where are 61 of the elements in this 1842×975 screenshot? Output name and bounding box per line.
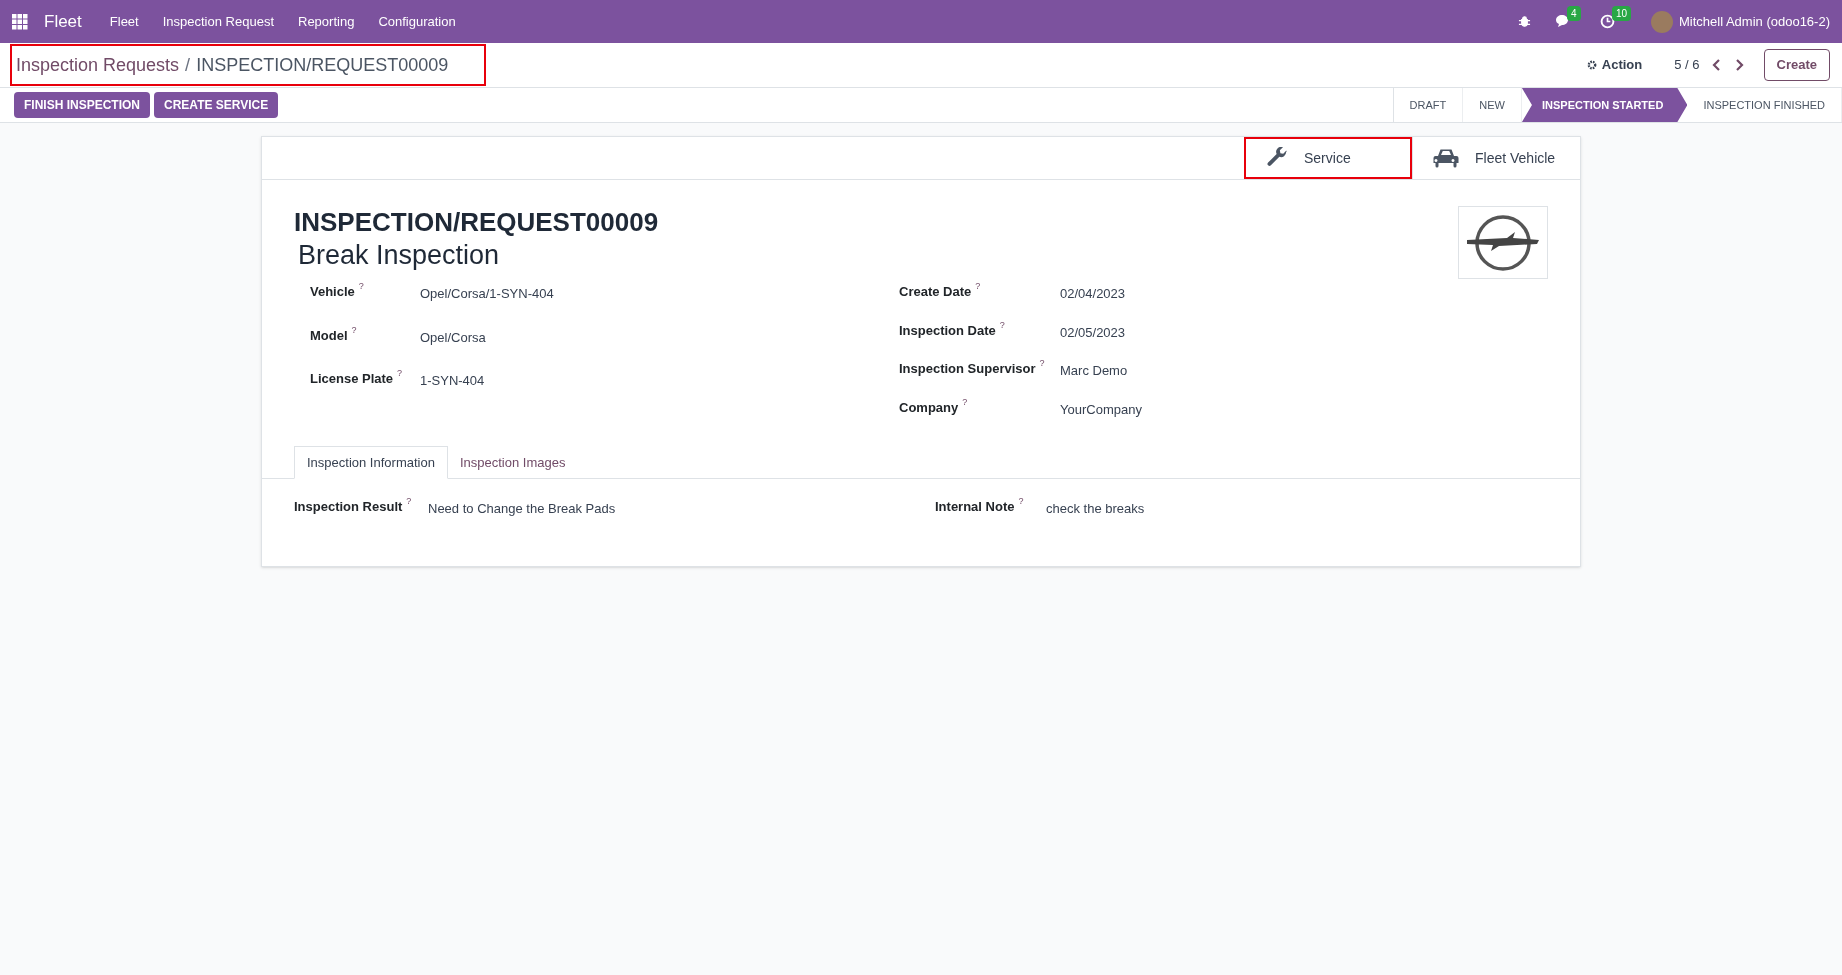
record-title: Break Inspection [298,238,500,272]
previous-icon[interactable] [1711,59,1722,71]
car-icon [1433,147,1459,169]
breadcrumb-current: INSPECTION/REQUEST00009 [196,53,449,77]
help-mark[interactable]: ? [1018,495,1024,509]
field-label: License Plate [310,370,394,388]
field-label: Company [899,398,959,417]
smart-button[interactable]: Fleet Vehicle [1412,137,1580,179]
header-button[interactable]: FINISH INSPECTION [14,92,150,118]
breadcrumb-separator: / [185,53,191,77]
header-button[interactable]: CREATE SERVICE [154,92,279,118]
field-value: Opel/Corsa [420,328,486,347]
field-value: 02/05/2023 [1060,323,1126,342]
field-label: Inspection Date [899,321,996,340]
record-name: INSPECTION/REQUEST00009 [294,206,660,239]
field-label: Inspection Supervisor [899,360,1036,378]
help-mark[interactable]: ? [358,280,364,294]
status-stage[interactable]: INSPECTION STARTED [1521,88,1688,122]
form-tab[interactable]: Inspection Information [294,446,448,479]
pager-value: 5 / 6 [1674,56,1700,75]
field-value: Marc Demo [1060,362,1128,380]
status-stage[interactable]: INSPECTION FINISHED [1687,88,1842,122]
bug-icon[interactable] [1517,15,1531,28]
help-mark[interactable]: ? [999,318,1005,332]
user-name[interactable]: Mitchell Admin (odoo16-2) [1678,11,1830,32]
field-label: Model [310,326,348,345]
status-stage[interactable]: DRAFT [1393,88,1464,122]
apps-menu-icon[interactable] [12,13,28,30]
help-mark[interactable]: ? [351,323,357,337]
field-label: Vehicle [310,283,355,301]
breadcrumb-link[interactable]: Inspection Requests [16,51,180,79]
status-stage[interactable]: NEW [1463,88,1522,122]
smart-button[interactable]: Service [1244,137,1412,179]
create-button[interactable]: Create [1763,49,1830,81]
field-value: 02/04/2023 [1060,285,1126,303]
menu-item[interactable]: Configuration [378,11,456,32]
gear-icon [1585,59,1598,71]
field-value: check the breaks [1046,500,1145,518]
field-label: Inspection Result [294,498,403,516]
field-value: YourCompany [1060,400,1142,419]
help-mark[interactable]: ? [962,395,968,409]
field-value: 1-SYN-404 [420,372,485,390]
clock-icon[interactable] [1599,14,1615,29]
help-mark[interactable]: ? [397,367,403,381]
help-mark[interactable]: ? [1039,357,1045,371]
menu-item[interactable]: Inspection Request [162,11,274,32]
action-button[interactable]: Action [1585,55,1643,75]
help-mark[interactable]: ? [975,280,981,294]
field-label: Internal Note [935,498,1015,516]
help-mark[interactable]: ? [406,495,412,509]
wrench-icon [1266,147,1288,169]
activity-count: 10 [1611,6,1632,21]
menu-item[interactable]: Reporting [298,11,355,32]
form-tab[interactable]: Inspection Images [447,446,578,479]
menu-item[interactable]: Fleet [109,11,139,32]
field-value: Need to Change the Break Pads [428,500,616,518]
app-name[interactable]: Fleet [44,8,82,35]
field-value: Opel/Corsa/1-SYN-404 [420,285,554,303]
message-count: 4 [1566,6,1581,21]
next-icon[interactable] [1733,59,1744,71]
field-label: Create Date [899,283,972,301]
